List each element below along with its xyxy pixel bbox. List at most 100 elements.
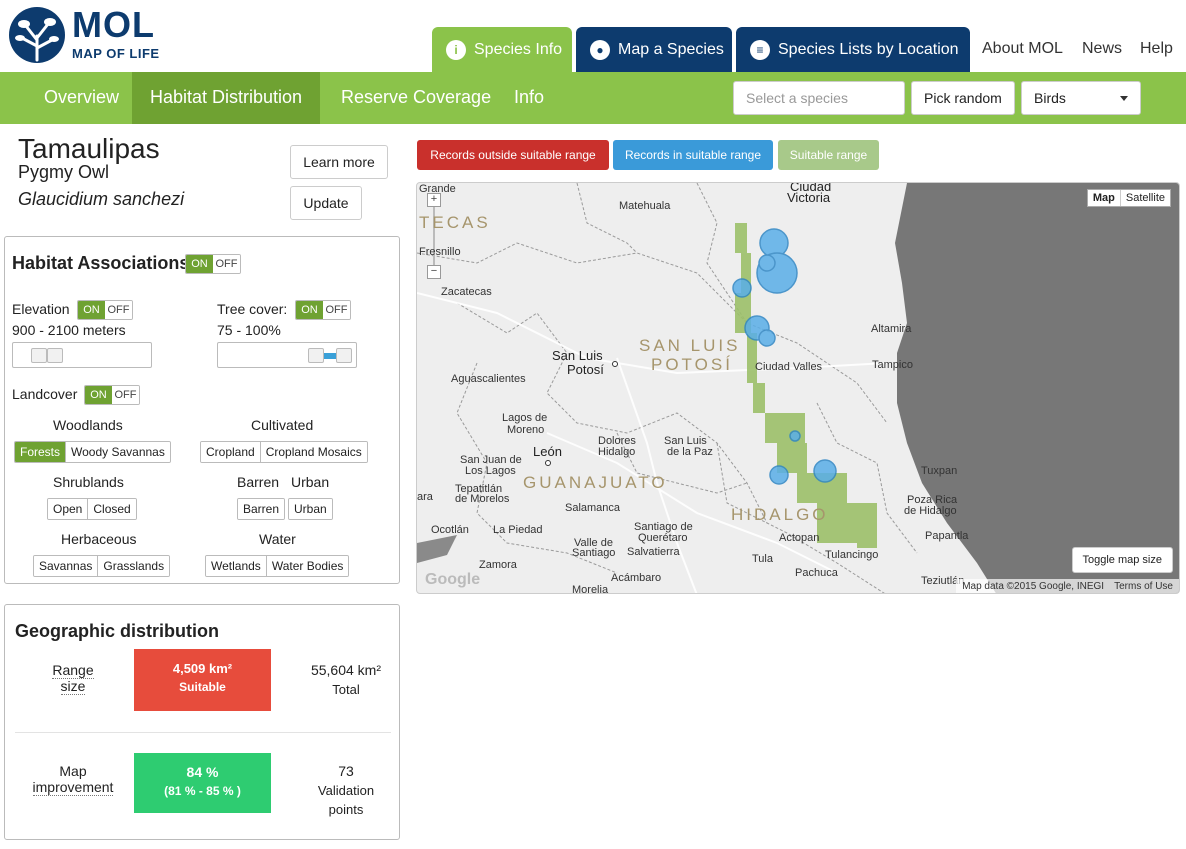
place-label: Altamira (871, 323, 912, 335)
habitat-title: Habitat Associations (12, 253, 190, 273)
tab-species-info[interactable]: i Species Info (432, 27, 572, 72)
chip-urban[interactable]: Urban (289, 499, 332, 519)
pick-random-button[interactable]: Pick random (911, 81, 1015, 115)
place-label: Salvatierra (627, 546, 680, 558)
map-improvement-label: Map improvement (23, 763, 123, 796)
chip-forests[interactable]: Forests (15, 442, 67, 462)
update-button[interactable]: Update (290, 186, 362, 220)
validation-label-2: points (328, 802, 364, 817)
species-title: Tamaulipas (18, 133, 160, 164)
habitat-associations-panel: Habitat Associations ON OFF Elevation ON… (4, 236, 400, 584)
tab-species-lists[interactable]: ≡ Species Lists by Location (736, 27, 970, 72)
chip-open[interactable]: Open (48, 499, 89, 519)
records-inside-button[interactable]: Records in suitable range (613, 140, 773, 170)
elevation-slider[interactable] (12, 342, 152, 368)
taxon-select[interactable]: Birds (1021, 81, 1141, 115)
place-label: Zacatecas (441, 286, 492, 298)
range-size-text: Range size (52, 662, 94, 695)
species-search-input[interactable] (733, 81, 905, 115)
elevation-range: 900 - 2100 meters (12, 322, 126, 338)
state-label: GUANAJUATO (523, 473, 668, 492)
brand-title[interactable]: MOL (72, 4, 155, 46)
landcover-off[interactable]: OFF (112, 386, 139, 404)
place-label: Salamanca (565, 502, 621, 514)
chip-grasslands[interactable]: Grasslands (98, 556, 170, 576)
place-label: Tulancingo (825, 549, 879, 561)
chip-cropland[interactable]: Cropland (201, 442, 261, 462)
species-map[interactable]: + − Grande Ciudad Victoria Matehuala TEC… (416, 182, 1180, 594)
landcover-toggle[interactable]: ON OFF (84, 385, 140, 405)
terms-link[interactable]: Terms of Use (1114, 581, 1173, 592)
subnav-reserve-coverage[interactable]: Reserve Coverage (323, 72, 509, 124)
elevation-label: Elevation (12, 301, 70, 317)
globe-tree-logo-icon[interactable] (8, 6, 68, 64)
chip-cropland-mosaics[interactable]: Cropland Mosaics (260, 442, 367, 462)
learn-more-button[interactable]: Learn more (290, 145, 388, 179)
zoom-out-button[interactable]: − (427, 265, 441, 279)
tree-cover-off[interactable]: OFF (323, 301, 350, 319)
suitable-range-button[interactable]: Suitable range (778, 140, 879, 170)
about-link[interactable]: About MOL (982, 40, 1063, 58)
water-chips: Wetlands Water Bodies (205, 555, 350, 577)
tree-cover-on[interactable]: ON (296, 301, 323, 319)
elevation-on[interactable]: ON (78, 301, 105, 319)
map-improvement-line1: Map (59, 763, 87, 779)
urban-chips: Urban (288, 498, 333, 520)
place-label: Zamora (479, 559, 517, 571)
habitat-off[interactable]: OFF (213, 255, 240, 273)
landcover-label: Landcover (12, 386, 78, 402)
news-link[interactable]: News (1082, 40, 1122, 58)
records-outside-button[interactable]: Records outside suitable range (417, 140, 609, 170)
tab-map-a-species[interactable]: ● Map a Species (576, 27, 732, 72)
help-link[interactable]: Help (1140, 40, 1173, 58)
place-label: Ciudad Valles (755, 361, 823, 373)
sub-navigation: Overview Habitat Distribution Reserve Co… (0, 72, 1186, 124)
geo-divider (15, 732, 391, 733)
validation-stat: 73 Validation points (301, 763, 391, 817)
map-type-map[interactable]: Map (1088, 190, 1121, 206)
tree-cover-slider[interactable] (217, 342, 357, 368)
place-label: Actopan (779, 532, 820, 544)
suitable-value: 4,509 km² (172, 661, 233, 676)
species-scientific-name: Glaucidium sanchezi (18, 189, 185, 209)
map-type-satellite[interactable]: Satellite (1121, 190, 1170, 206)
habitat-toggle[interactable]: ON OFF (185, 254, 241, 274)
tab-species-info-label: Species Info (474, 40, 563, 58)
urban-title: Urban (291, 474, 330, 490)
subnav-habitat-distribution[interactable]: Habitat Distribution (132, 72, 321, 124)
elevation-off[interactable]: OFF (105, 301, 132, 319)
brand-subtitle[interactable]: MAP OF LIFE (72, 46, 160, 61)
city-marker (545, 460, 551, 466)
map-attribution: Map data ©2015 Google, INEGI Terms of Us… (956, 579, 1179, 593)
elevation-max-handle[interactable] (47, 348, 63, 363)
zoom-control: + − (427, 193, 441, 279)
chip-barren[interactable]: Barren (238, 499, 285, 519)
tree-cover-toggle[interactable]: ON OFF (295, 300, 351, 320)
tree-cover-max-handle[interactable] (336, 348, 352, 363)
subnav-overview[interactable]: Overview (26, 72, 137, 124)
place-label: Victoria (787, 190, 831, 205)
elevation-min-handle[interactable] (31, 348, 47, 363)
chip-wetlands[interactable]: Wetlands (206, 556, 267, 576)
place-label: Grande (419, 183, 456, 195)
subnav-info[interactable]: Info (496, 72, 562, 124)
tree-cover-min-handle[interactable] (308, 348, 324, 363)
place-label: Matehuala (619, 200, 671, 212)
chip-water-bodies[interactable]: Water Bodies (266, 556, 349, 576)
state-label: TECAS (419, 213, 491, 232)
chip-savannas[interactable]: Savannas (34, 556, 99, 576)
chip-closed[interactable]: Closed (88, 499, 136, 519)
place-label: Papantla (925, 530, 969, 542)
toggle-map-size-button[interactable]: Toggle map size (1071, 547, 1173, 573)
habitat-on[interactable]: ON (186, 255, 213, 273)
cultivated-title: Cultivated (251, 417, 314, 433)
chip-woody-savannas[interactable]: Woody Savannas (66, 442, 170, 462)
place-label: Moreno (507, 424, 545, 436)
taxon-select-value: Birds (1034, 90, 1066, 106)
place-label: de Hidalgo (904, 505, 957, 517)
zoom-in-button[interactable]: + (427, 193, 441, 207)
landcover-on[interactable]: ON (85, 386, 112, 404)
tree-cover-label: Tree cover: (217, 301, 288, 317)
elevation-toggle[interactable]: ON OFF (77, 300, 133, 320)
place-label: Tuxpan (921, 465, 958, 477)
